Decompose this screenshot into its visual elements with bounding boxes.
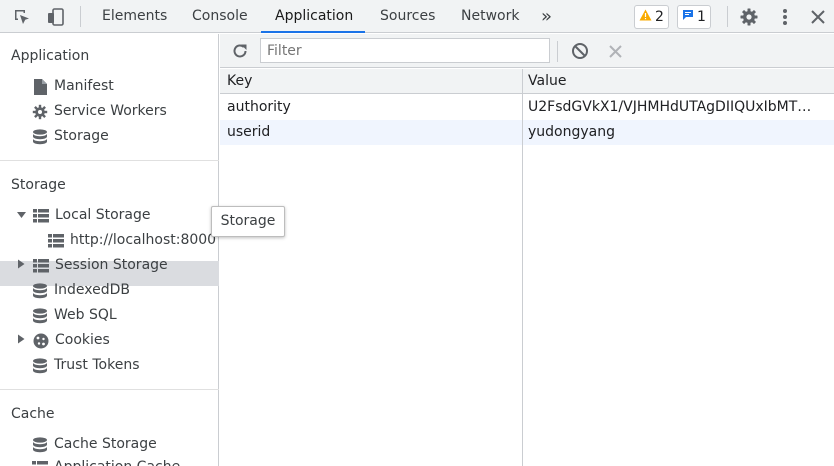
table-header: Key Value bbox=[220, 69, 834, 94]
clear-all-icon[interactable] bbox=[569, 40, 591, 62]
column-header-value[interactable]: Value bbox=[528, 69, 828, 94]
sidebar-item-cookies[interactable]: Cookies bbox=[17, 328, 110, 353]
warnings-count: 2 bbox=[655, 9, 664, 25]
database-icon bbox=[32, 357, 48, 374]
close-devtools-icon[interactable] bbox=[807, 6, 829, 28]
sidebar-item-label: Service Workers bbox=[54, 103, 167, 119]
section-divider bbox=[0, 389, 219, 390]
toolbar-divider bbox=[80, 6, 81, 27]
filter-input[interactable] bbox=[260, 38, 550, 63]
database-icon bbox=[32, 307, 48, 324]
database-icon bbox=[32, 128, 48, 145]
sidebar-item-label: Local Storage bbox=[55, 207, 151, 223]
sidebar-item-label: Session Storage bbox=[55, 257, 168, 273]
grid-icon bbox=[48, 233, 64, 249]
column-divider[interactable] bbox=[522, 69, 523, 466]
section-title-cache: Cache bbox=[11, 406, 55, 422]
sidebar-item-cache-storage[interactable]: Cache Storage bbox=[32, 432, 157, 457]
section-divider bbox=[0, 160, 219, 161]
storage-filter-toolbar bbox=[220, 34, 834, 68]
grid-icon bbox=[33, 208, 49, 224]
sidebar-item-label: IndexedDB bbox=[54, 282, 130, 298]
file-icon bbox=[32, 78, 48, 95]
inspect-element-icon[interactable] bbox=[11, 6, 33, 28]
tab-elements[interactable]: Elements bbox=[102, 0, 167, 33]
grid-icon bbox=[32, 456, 48, 466]
table-cell-key[interactable]: userid bbox=[227, 120, 517, 145]
table-cell-value[interactable]: yudongyang bbox=[528, 120, 818, 145]
expand-arrow-right-icon[interactable] bbox=[17, 328, 27, 353]
sidebar-item-label: Storage bbox=[54, 128, 109, 144]
tab-network[interactable]: Network bbox=[461, 0, 519, 33]
hover-tooltip: Storage bbox=[211, 206, 285, 237]
sidebar-item-localhost-origin[interactable]: http://localhost:8000 bbox=[48, 228, 216, 253]
gear-icon bbox=[32, 104, 48, 120]
messages-counter[interactable]: 1 bbox=[677, 5, 711, 29]
more-tabs-button[interactable]: » bbox=[541, 0, 552, 33]
sidebar-item-local-storage[interactable]: Local Storage bbox=[17, 203, 151, 228]
column-header-key[interactable]: Key bbox=[227, 69, 517, 94]
sidebar-item-web-sql[interactable]: Web SQL bbox=[32, 303, 117, 328]
database-icon bbox=[32, 282, 48, 299]
database-icon bbox=[32, 436, 48, 453]
table-cell-value[interactable]: U2FsdGVkX1/VJHMHdUTAgDIIQUxIbMTXi… bbox=[528, 95, 818, 120]
device-toolbar-icon[interactable] bbox=[45, 6, 67, 28]
sidebar-item-label: Cookies bbox=[55, 332, 110, 348]
toolbar-divider bbox=[727, 6, 728, 27]
sidebar-item-trust-tokens[interactable]: Trust Tokens bbox=[32, 353, 139, 378]
sidebar-item-service-workers[interactable]: Service Workers bbox=[32, 99, 167, 124]
section-title-storage: Storage bbox=[11, 177, 66, 193]
cookie-icon bbox=[33, 333, 49, 349]
more-options-icon[interactable] bbox=[774, 6, 796, 28]
refresh-icon[interactable] bbox=[229, 40, 251, 62]
sidebar-item-label: Manifest bbox=[54, 78, 114, 94]
application-sidebar: Application Manifest Service Workers Sto… bbox=[0, 34, 219, 466]
sidebar-item-session-storage[interactable]: Session Storage bbox=[17, 253, 168, 278]
sidebar-item-label: http://localhost:8000 bbox=[70, 232, 217, 248]
settings-gear-icon[interactable] bbox=[738, 6, 760, 28]
sidebar-item-label: Trust Tokens bbox=[54, 357, 140, 373]
sidebar-item-label: Web SQL bbox=[54, 307, 117, 323]
sidebar-item-storage-overview[interactable]: Storage bbox=[32, 124, 109, 149]
devtools-toolbar: Elements Console Application Sources Net… bbox=[0, 0, 834, 33]
messages-count: 1 bbox=[697, 9, 706, 25]
toolbar-divider bbox=[557, 41, 558, 62]
sidebar-item-indexeddb[interactable]: IndexedDB bbox=[32, 278, 130, 303]
delete-selected-icon[interactable] bbox=[604, 40, 626, 62]
local-storage-table: Key Value authority U2FsdGVkX1/VJHMHdUTA… bbox=[220, 69, 834, 466]
sidebar-item-label: Cache Storage bbox=[54, 436, 157, 452]
sidebar-item-manifest[interactable]: Manifest bbox=[32, 74, 114, 99]
tab-console[interactable]: Console bbox=[192, 0, 248, 33]
tab-application[interactable]: Application bbox=[275, 0, 353, 33]
warnings-counter[interactable]: 2 bbox=[634, 5, 669, 29]
grid-icon bbox=[33, 258, 49, 274]
expand-arrow-down-icon[interactable] bbox=[17, 203, 27, 228]
expand-arrow-right-icon[interactable] bbox=[17, 253, 27, 278]
table-cell-key[interactable]: authority bbox=[227, 95, 517, 120]
message-icon bbox=[682, 9, 694, 25]
section-title-application: Application bbox=[11, 48, 90, 64]
active-tab-indicator bbox=[261, 31, 365, 33]
tab-sources[interactable]: Sources bbox=[380, 0, 435, 33]
sidebar-item-application-cache[interactable]: Application Cache bbox=[32, 456, 180, 466]
warning-icon bbox=[639, 9, 652, 25]
sidebar-item-label: Application Cache bbox=[54, 456, 180, 466]
